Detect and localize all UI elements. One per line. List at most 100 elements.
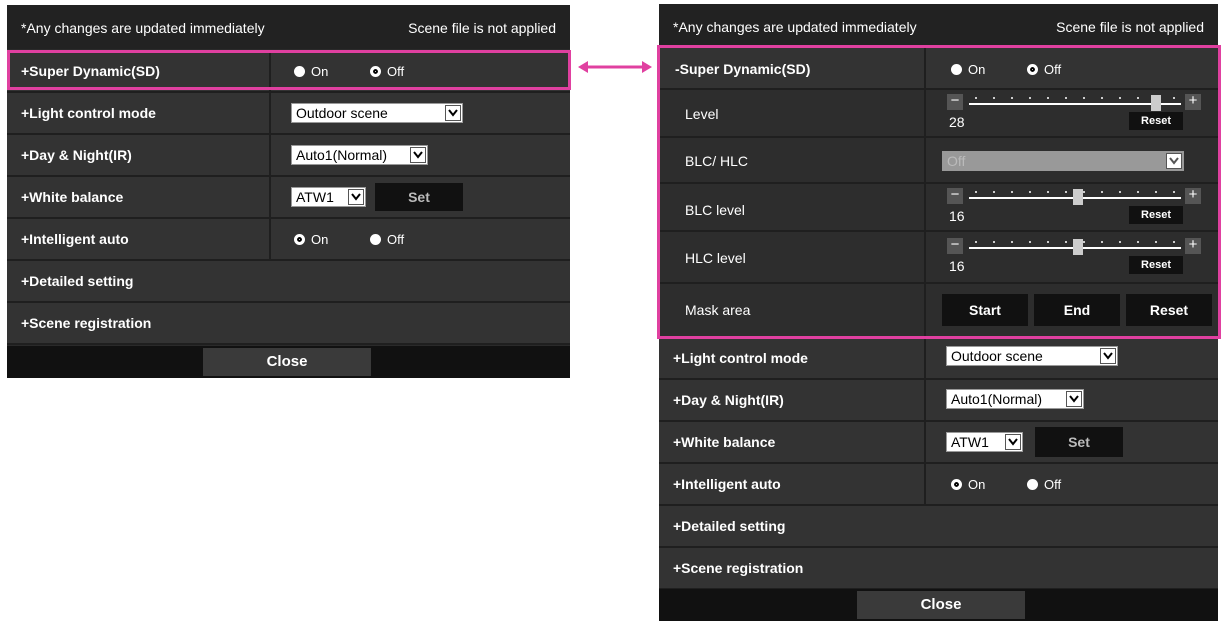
minus-icon[interactable]: −: [947, 237, 963, 254]
row-white-balance[interactable]: +White balance ATW1 Set: [659, 422, 1218, 464]
hlc-level-slider[interactable]: − + 16 Reset: [939, 237, 1201, 278]
row-scene-registration[interactable]: +Scene registration: [7, 303, 570, 345]
hlc-level-label: HLC level: [685, 250, 746, 266]
level-slider[interactable]: − + 28 Reset: [939, 93, 1201, 134]
light-control-select[interactable]: Outdoor scene: [291, 103, 463, 123]
slider-tick: [1137, 191, 1139, 193]
slider-tick: [1155, 191, 1157, 193]
row-super-dynamic[interactable]: -Super Dynamic(SD) On Off: [659, 48, 1218, 90]
slider-track: [969, 103, 1181, 105]
chevron-down-icon: [410, 147, 426, 163]
radio-selected-icon: [294, 234, 305, 245]
scene-file-status: Scene file is not applied: [408, 20, 556, 36]
ia-on-radio[interactable]: On: [294, 232, 328, 247]
slider-tick: [1155, 97, 1157, 99]
light-control-select[interactable]: Outdoor scene: [946, 346, 1118, 366]
day-night-value: Auto1(Normal): [296, 147, 388, 163]
row-hlc-level: HLC level − + 16 Reset: [659, 232, 1218, 284]
slider-tick: [1065, 97, 1067, 99]
level-reset-button[interactable]: Reset: [1129, 112, 1183, 130]
row-detailed-setting[interactable]: +Detailed setting: [659, 506, 1218, 548]
hlc-level-reset-button[interactable]: Reset: [1129, 256, 1183, 274]
white-balance-set-button[interactable]: Set: [375, 183, 463, 211]
blc-hlc-select[interactable]: Off: [942, 151, 1184, 171]
slider-tick: [1065, 191, 1067, 193]
slider-tick: [975, 191, 977, 193]
changes-notice: *Any changes are updated immediately: [21, 20, 265, 36]
intelligent-auto-label: +Intelligent auto: [21, 231, 129, 247]
slider-tick: [1029, 241, 1031, 243]
white-balance-select[interactable]: ATW1: [946, 432, 1023, 452]
slider-tick: [993, 241, 995, 243]
day-night-select[interactable]: Auto1(Normal): [946, 389, 1084, 409]
ia-off-radio[interactable]: Off: [1027, 477, 1061, 492]
row-intelligent-auto[interactable]: +Intelligent auto On Off: [659, 464, 1218, 506]
sd-off-radio[interactable]: Off: [370, 64, 404, 79]
slider-tick: [1173, 191, 1175, 193]
slider-tick: [1047, 191, 1049, 193]
value-cell: [924, 48, 926, 88]
blc-hlc-label: BLC/ HLC: [685, 153, 749, 169]
radio-dot-icon: [1027, 479, 1038, 490]
row-light-control[interactable]: +Light control mode Outdoor scene: [7, 93, 570, 135]
mask-reset-button[interactable]: Reset: [1126, 294, 1212, 326]
double-arrow-icon: [578, 61, 652, 73]
white-balance-label: +White balance: [673, 434, 776, 450]
slider-tick: [1011, 241, 1013, 243]
row-day-night[interactable]: +Day & Night(IR) Auto1(Normal): [7, 135, 570, 177]
chevron-down-icon: [1166, 153, 1182, 169]
slider-tick: [1047, 97, 1049, 99]
sd-off-label: Off: [387, 64, 405, 79]
plus-icon[interactable]: +: [1185, 237, 1201, 254]
white-balance-set-button[interactable]: Set: [1035, 427, 1123, 457]
value-cell: [924, 184, 926, 230]
sd-off-radio[interactable]: Off: [1027, 62, 1061, 77]
row-light-control[interactable]: +Light control mode Outdoor scene: [659, 338, 1218, 380]
light-control-label: +Light control mode: [21, 105, 156, 121]
white-balance-label: +White balance: [21, 189, 124, 205]
row-white-balance[interactable]: +White balance ATW1 Set: [7, 177, 570, 219]
light-control-value: Outdoor scene: [296, 105, 388, 121]
blc-level-slider[interactable]: − + 16 Reset: [939, 187, 1201, 228]
minus-icon[interactable]: −: [947, 187, 963, 204]
chevron-down-icon: [1100, 348, 1116, 364]
radio-selected-icon: [1027, 64, 1038, 75]
detailed-setting-label: +Detailed setting: [673, 518, 786, 534]
blc-level-reset-button[interactable]: Reset: [1129, 206, 1183, 224]
slider-thumb[interactable]: [1073, 189, 1083, 205]
ia-on-radio[interactable]: On: [951, 477, 985, 492]
mask-end-button[interactable]: End: [1034, 294, 1120, 326]
close-button[interactable]: Close: [203, 348, 371, 376]
slider-thumb[interactable]: [1073, 239, 1083, 255]
sd-on-radio[interactable]: On: [294, 64, 328, 79]
mask-start-button[interactable]: Start: [942, 294, 1028, 326]
mask-area-label: Mask area: [685, 302, 751, 318]
value-cell: [269, 177, 271, 217]
hlc-level-value: 16: [949, 258, 965, 274]
value-cell: [924, 232, 926, 282]
row-super-dynamic[interactable]: +Super Dynamic(SD) On Off: [7, 51, 570, 93]
row-day-night[interactable]: +Day & Night(IR) Auto1(Normal): [659, 380, 1218, 422]
slider-tick: [1065, 241, 1067, 243]
radio-dot-icon: [370, 234, 381, 245]
ia-off-label: Off: [387, 232, 405, 247]
sd-on-radio[interactable]: On: [951, 62, 985, 77]
day-night-label: +Day & Night(IR): [673, 392, 784, 408]
sd-off-label: Off: [1044, 62, 1062, 77]
row-level: Level − + 28 Reset: [659, 90, 1218, 138]
row-detailed-setting[interactable]: +Detailed setting: [7, 261, 570, 303]
slider-tick: [1137, 97, 1139, 99]
slider-tick: [1083, 97, 1085, 99]
minus-icon[interactable]: −: [947, 93, 963, 110]
row-intelligent-auto[interactable]: +Intelligent auto On Off: [7, 219, 570, 261]
close-button[interactable]: Close: [857, 591, 1025, 619]
plus-icon[interactable]: +: [1185, 93, 1201, 110]
day-night-select[interactable]: Auto1(Normal): [291, 145, 428, 165]
slider-tick: [1047, 241, 1049, 243]
row-blc-level: BLC level − + 16 Reset: [659, 184, 1218, 232]
plus-icon[interactable]: +: [1185, 187, 1201, 204]
white-balance-select[interactable]: ATW1: [291, 187, 366, 207]
radio-dot-icon: [951, 64, 962, 75]
row-scene-registration[interactable]: +Scene registration: [659, 548, 1218, 590]
ia-off-radio[interactable]: Off: [370, 232, 404, 247]
